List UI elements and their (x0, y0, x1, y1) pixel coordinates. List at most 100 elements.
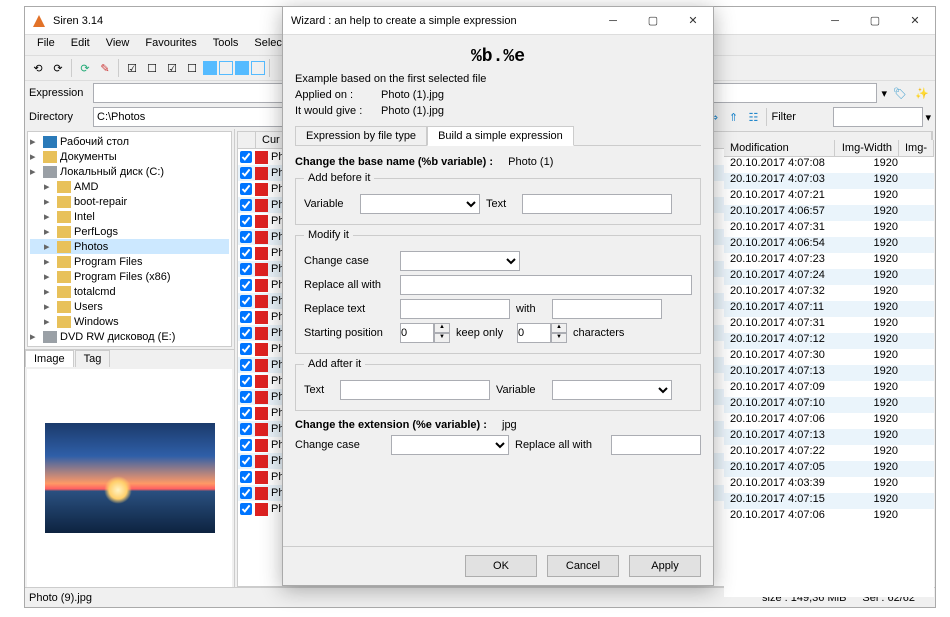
tab-build-expr[interactable]: Build a simple expression (427, 126, 574, 146)
data-row[interactable]: 20.10.2017 4:07:311920 (724, 317, 934, 333)
row-checkbox[interactable] (240, 423, 252, 435)
tree-item[interactable]: ▸DVD RW дисковод (E:) (30, 329, 229, 344)
close-button[interactable]: ✕ (895, 7, 935, 35)
data-row[interactable]: 20.10.2017 4:07:061920 (724, 413, 934, 429)
data-row[interactable]: 20.10.2017 4:07:241920 (724, 269, 934, 285)
row-checkbox[interactable] (240, 167, 252, 179)
data-row[interactable]: 20.10.2017 4:07:151920 (724, 493, 934, 509)
wiz-maximize-button[interactable]: ▢ (633, 7, 673, 35)
tab-tag[interactable]: Tag (75, 350, 111, 367)
keep-up-icon[interactable]: ▲ (551, 323, 567, 333)
tool-icon[interactable]: ✎ (96, 59, 114, 77)
data-row[interactable]: 20.10.2017 4:07:111920 (724, 301, 934, 317)
folder-tree[interactable]: ▸Рабочий стол▸Документы▸Локальный диск (… (27, 131, 232, 347)
menu-view[interactable]: View (98, 35, 138, 55)
expr-dropdown-icon[interactable]: ▾ (881, 87, 887, 100)
ok-button[interactable]: OK (465, 555, 537, 577)
menu-file[interactable]: File (29, 35, 63, 55)
data-row[interactable]: 20.10.2017 4:07:131920 (724, 429, 934, 445)
forward-icon[interactable]: ⟳ (49, 59, 67, 77)
row-checkbox[interactable] (240, 327, 252, 339)
tree-item[interactable]: ▸PerfLogs (30, 224, 229, 239)
tree-item[interactable]: ▸Windows (30, 314, 229, 329)
row-checkbox[interactable] (240, 263, 252, 275)
data-row[interactable]: 20.10.2017 4:07:081920 (724, 157, 934, 173)
data-row[interactable]: 20.10.2017 4:07:051920 (724, 461, 934, 477)
select3-icon[interactable] (235, 61, 249, 75)
ext-case-select[interactable] (391, 435, 509, 455)
tree-item[interactable]: ▸Program Files (x86) (30, 269, 229, 284)
start-up-icon[interactable]: ▲ (434, 323, 450, 333)
data-row[interactable]: 20.10.2017 4:07:211920 (724, 189, 934, 205)
tree-item[interactable]: ▸AMD (30, 179, 229, 194)
menu-edit[interactable]: Edit (63, 35, 98, 55)
row-checkbox[interactable] (240, 343, 252, 355)
back-icon[interactable]: ⟲ (29, 59, 47, 77)
minimize-button[interactable]: ─ (815, 7, 855, 35)
data-row[interactable]: 20.10.2017 4:07:101920 (724, 397, 934, 413)
row-checkbox[interactable] (240, 487, 252, 499)
tab-image[interactable]: Image (25, 350, 74, 367)
row-checkbox[interactable] (240, 391, 252, 403)
menu-favourites[interactable]: Favourites (137, 35, 204, 55)
maximize-button[interactable]: ▢ (855, 7, 895, 35)
data-row[interactable]: 20.10.2017 4:07:061920 (724, 509, 934, 525)
data-row[interactable]: 20.10.2017 4:07:301920 (724, 349, 934, 365)
row-checkbox[interactable] (240, 247, 252, 259)
row-checkbox[interactable] (240, 199, 252, 211)
text-before-input[interactable] (522, 194, 672, 214)
select4-icon[interactable] (251, 61, 265, 75)
row-checkbox[interactable] (240, 407, 252, 419)
row-checkbox[interactable] (240, 375, 252, 387)
tree-item[interactable]: ▸Program Files (30, 254, 229, 269)
select1-icon[interactable] (203, 61, 217, 75)
row-checkbox[interactable] (240, 311, 252, 323)
data-row[interactable]: 20.10.2017 4:07:031920 (724, 173, 934, 189)
keep-down-icon[interactable]: ▼ (551, 333, 567, 343)
wand-icon[interactable]: ✨ (913, 84, 931, 102)
row-checkbox[interactable] (240, 279, 252, 291)
row-checkbox[interactable] (240, 215, 252, 227)
filter-dropdown-icon[interactable]: ▾ (925, 111, 931, 124)
replace-all-input[interactable] (400, 275, 692, 295)
data-row[interactable]: 20.10.2017 4:03:391920 (724, 477, 934, 493)
tree-item[interactable]: ▸Документы (30, 149, 229, 164)
select2-icon[interactable] (219, 61, 233, 75)
col-img[interactable]: Img- (899, 140, 934, 156)
data-row[interactable]: 20.10.2017 4:07:221920 (724, 445, 934, 461)
data-row[interactable]: 20.10.2017 4:06:571920 (724, 205, 934, 221)
tab-expr-by-type[interactable]: Expression by file type (295, 126, 427, 146)
data-row[interactable]: 20.10.2017 4:07:121920 (724, 333, 934, 349)
data-row[interactable]: 20.10.2017 4:07:311920 (724, 221, 934, 237)
variable-after-select[interactable] (552, 380, 672, 400)
wiz-close-button[interactable]: ✕ (673, 7, 713, 35)
row-checkbox[interactable] (240, 231, 252, 243)
replace-text-input[interactable] (400, 299, 510, 319)
tree-item[interactable]: ▸totalcmd (30, 284, 229, 299)
tree-item[interactable]: ▸boot-repair (30, 194, 229, 209)
wiz-minimize-button[interactable]: ─ (593, 7, 633, 35)
change-case-select[interactable] (400, 251, 520, 271)
tree-item[interactable]: ▸Photos (30, 239, 229, 254)
row-checkbox[interactable] (240, 295, 252, 307)
row-checkbox[interactable] (240, 503, 252, 515)
tree-item[interactable]: ▸Рабочий стол (30, 134, 229, 149)
apply-button[interactable]: Apply (629, 555, 701, 577)
uncheck-icon[interactable]: ☐ (183, 59, 201, 77)
row-checkbox[interactable] (240, 359, 252, 371)
data-row[interactable]: 20.10.2017 4:07:091920 (724, 381, 934, 397)
text-after-input[interactable] (340, 380, 490, 400)
row-checkbox[interactable] (240, 455, 252, 467)
menu-tools[interactable]: Tools (205, 35, 247, 55)
start-pos-input[interactable] (400, 323, 434, 343)
keep-only-input[interactable] (517, 323, 551, 343)
uncheck-all-icon[interactable]: ☐ (143, 59, 161, 77)
data-row[interactable]: 20.10.2017 4:07:231920 (724, 253, 934, 269)
col-img-width[interactable]: Img-Width (835, 140, 899, 156)
data-row[interactable]: 20.10.2017 4:07:131920 (724, 365, 934, 381)
row-checkbox[interactable] (240, 471, 252, 483)
tag-icon[interactable]: 🏷 (891, 84, 909, 102)
col-modification[interactable]: Modification (724, 140, 835, 156)
tree-item[interactable]: ▸Intel (30, 209, 229, 224)
check-all-icon[interactable]: ☑ (123, 59, 141, 77)
